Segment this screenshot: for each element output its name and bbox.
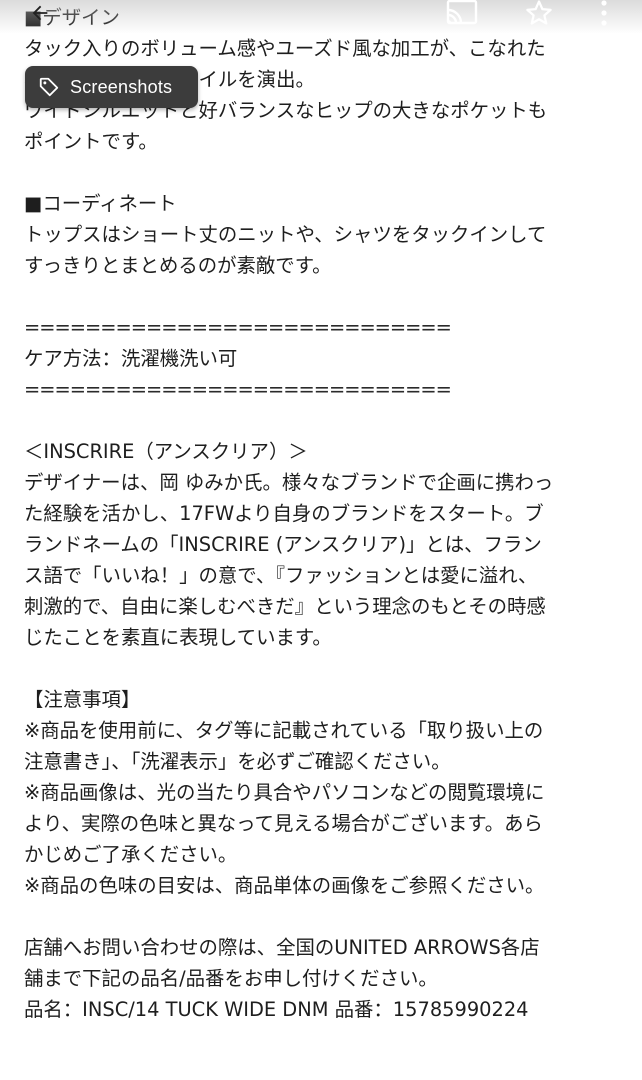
contact-line: 店舗へお問い合わせの際は、全国のUNITED ARROWS各店 xyxy=(24,936,540,959)
arrow-back-icon xyxy=(29,2,51,28)
tag-icon xyxy=(36,74,62,100)
coordinate-line: すっきりとまとめるのが素敵です。 xyxy=(24,254,332,277)
cast-icon xyxy=(444,0,480,31)
separator-top: ============================ xyxy=(24,316,452,339)
product-code-line: 品名：INSC/14 TUCK WIDE DNM 品番：15785990224 xyxy=(24,998,529,1021)
notice-heading: 【注意事項】 xyxy=(24,688,141,711)
star-outline-icon xyxy=(524,0,554,32)
notice-line: ※商品を使用前に、タグ等に記載されている「取り扱い上の xyxy=(24,719,544,742)
brand-line: ス語で「いいね！」の意で、『ファッションとは愛に溢れ、 xyxy=(24,564,538,587)
brand-line: た経験を活かし、17FWより自身のブランドをスタート。ブ xyxy=(24,502,544,525)
design-line: タック入りのボリューム感やユーズド風な加工が、こなれた xyxy=(24,37,546,60)
brand-line: 刺激的で、自由に楽しむべきだ』という理念のもとその時感 xyxy=(24,595,546,618)
more-vert-icon xyxy=(599,0,609,31)
coordinate-heading: ■コーディネート xyxy=(24,192,177,215)
brand-line: じたことを素直に表現しています。 xyxy=(24,626,332,649)
notice-line: 注意書き」、「洗濯表示」を必ずご確認ください。 xyxy=(24,750,451,773)
cast-button[interactable] xyxy=(444,0,480,30)
screenshots-chip[interactable]: Screenshots xyxy=(25,66,198,108)
care-instructions: ケア方法：洗濯機洗い可 xyxy=(24,347,238,370)
notice-line: ※商品の色味の目安は、商品単体の画像をご参照ください。 xyxy=(24,874,545,897)
chip-label: Screenshots xyxy=(70,76,173,97)
favorite-button[interactable] xyxy=(521,0,557,30)
design-line: ポイントです。 xyxy=(24,130,158,153)
brand-line: ランドネームの「INSCRIRE (アンスクリア)」とは、フラン xyxy=(24,533,542,556)
notice-line: かじめご了承ください。 xyxy=(24,843,238,866)
product-description: ■デザイン タック入りのボリューム感やユーズド風な加工が、こなれた 雰囲気のワイ… xyxy=(24,2,628,1025)
notice-line: より、実際の色味と異なって見える場合がございます。あら xyxy=(24,812,543,835)
coordinate-line: トップスはショート丈のニットや、シャツをタックインして xyxy=(24,223,547,246)
back-button[interactable] xyxy=(22,0,58,30)
overflow-menu-button[interactable] xyxy=(586,0,622,30)
contact-line: 舗まで下記の品名/品番をお申し付けください。 xyxy=(24,967,438,990)
notice-line: ※商品画像は、光の当たり具合やパソコンなどの閲覧環境に xyxy=(24,781,545,804)
brand-heading: ＜INSCRIRE（アンスクリア）＞ xyxy=(24,440,308,463)
brand-line: デザイナーは、岡 ゆみか氏。様々なブランドで企画に携わっ xyxy=(24,471,554,494)
separator-bottom: ============================ xyxy=(24,378,452,401)
